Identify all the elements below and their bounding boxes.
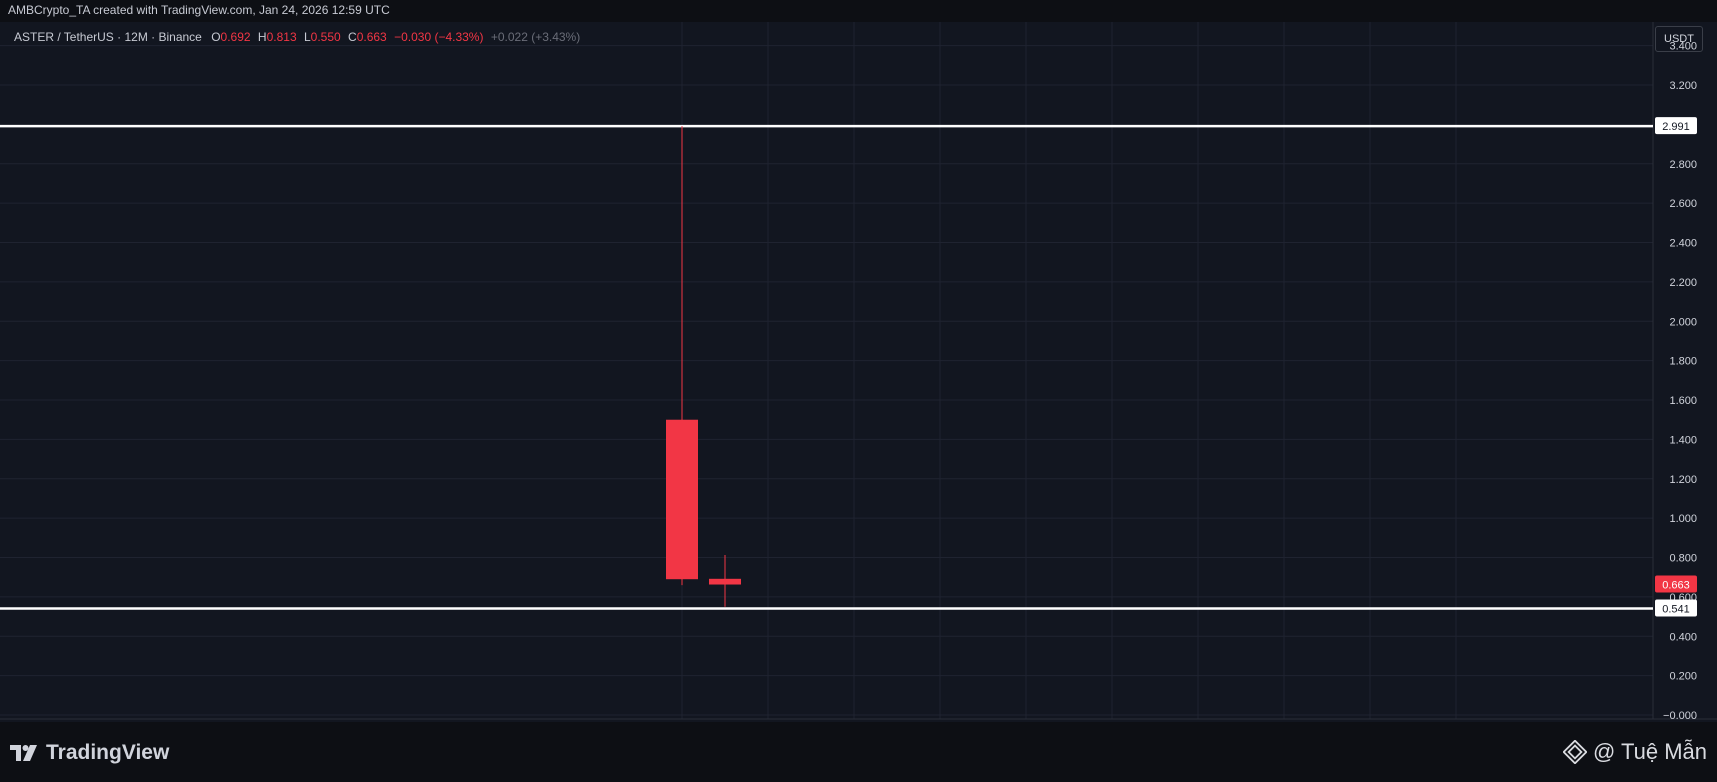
candle-body[interactable] [666, 419, 698, 580]
author-watermark: @ Tuệ Mẫn [1562, 739, 1707, 765]
price-tick-label: 2.800 [1669, 159, 1697, 171]
price-tick-label: 2.200 [1669, 277, 1697, 289]
price-tick-label: 1.400 [1669, 434, 1697, 446]
price-tick-label: 0.400 [1669, 631, 1697, 643]
chart-credit: AMBCrypto_TA created with TradingView.co… [8, 3, 390, 17]
price-tick-label: 1.800 [1669, 356, 1697, 368]
price-tick-label: 1.000 [1669, 513, 1697, 525]
tradingview-logo[interactable]: TradingView [10, 741, 169, 765]
tradingview-logo-icon [10, 745, 37, 761]
level-price-tag-label: 0.541 [1662, 604, 1690, 616]
price-chart[interactable]: 3.400 3.200 2.800 2.600 2.400 2.200 2.000 1.800… [0, 22, 1717, 722]
tradingview-logo-text: TradingView [46, 741, 170, 764]
price-tick-label: 3.400 [1669, 41, 1697, 53]
price-tick-label: 1.600 [1669, 395, 1697, 407]
top-bar: AMBCrypto_TA created with TradingView.co… [0, 0, 1717, 22]
binance-diamond-icon [1562, 740, 1587, 764]
bottom-bar [0, 722, 1717, 782]
last-price-tag-label: 0.663 [1662, 580, 1690, 592]
price-tick-label: 1.200 [1669, 474, 1697, 486]
watermark-text: @ Tuệ Mẫn [1592, 739, 1707, 764]
price-tick-label: 2.000 [1669, 316, 1697, 328]
price-tick-label: 0.200 [1669, 671, 1697, 683]
candle-body[interactable] [709, 578, 741, 585]
horizontal-levels[interactable] [0, 124, 1653, 610]
price-tick-label: −0.000 [1663, 710, 1697, 722]
price-tick-label: 2.400 [1669, 238, 1697, 250]
level-price-tag-label: 2.991 [1662, 121, 1690, 133]
price-tick-label: 0.800 [1669, 553, 1697, 565]
price-tick-label: 3.200 [1669, 80, 1697, 92]
candles[interactable] [666, 126, 741, 607]
price-axis[interactable]: 3.400 3.200 2.800 2.600 2.400 2.200 2.000 1.800… [1663, 41, 1697, 722]
price-tick-label: 2.600 [1669, 198, 1697, 210]
